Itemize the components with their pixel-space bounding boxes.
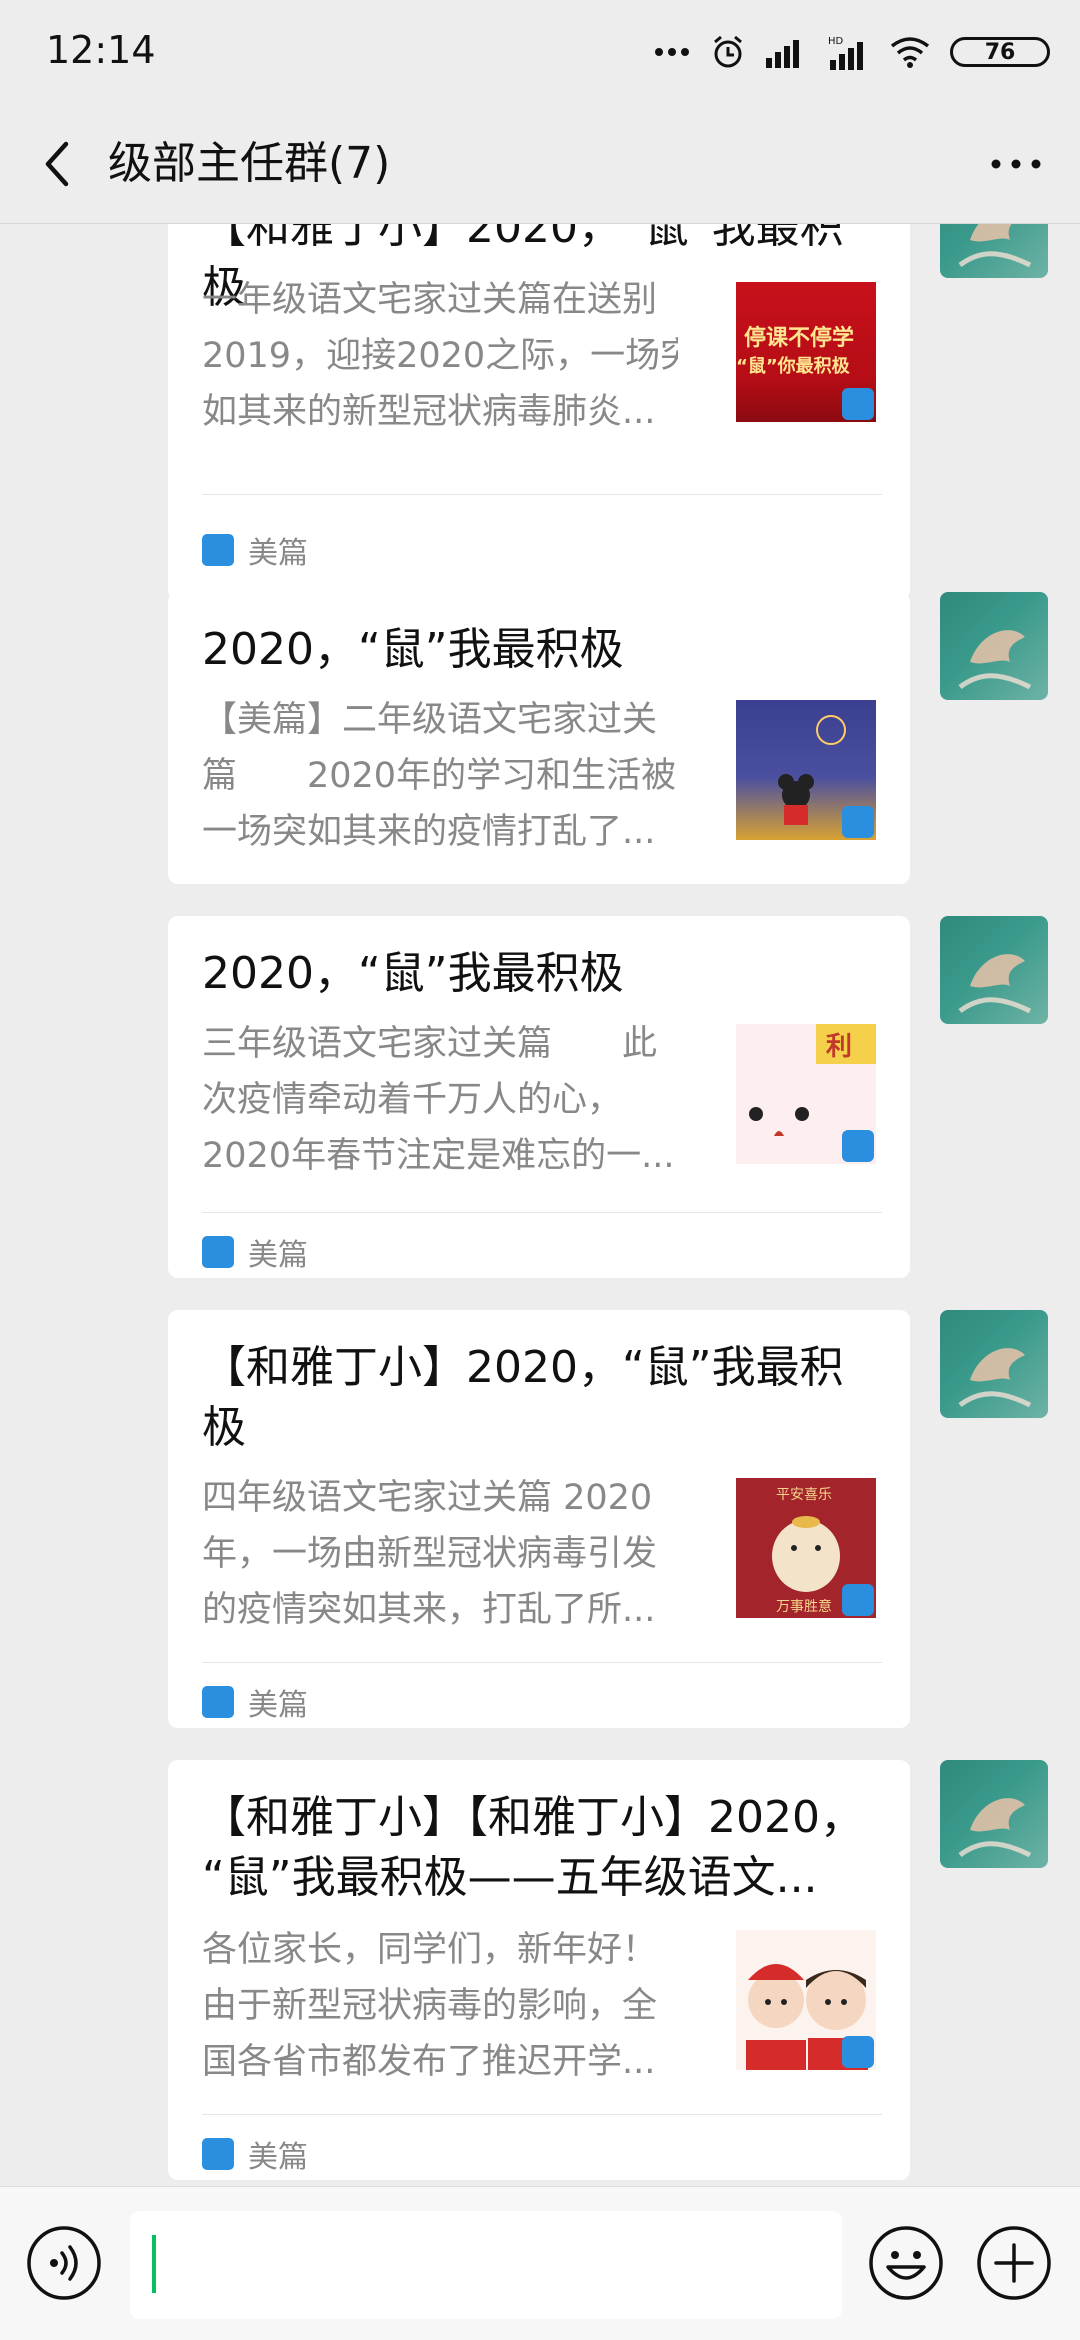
avatar[interactable] xyxy=(940,224,1048,278)
meipian-badge-icon xyxy=(842,388,874,420)
article-title: 2020，“鼠”我最积极 xyxy=(202,944,882,1004)
thumbnail-text: 平安喜乐 xyxy=(776,1487,832,1503)
article-thumbnail: 利 xyxy=(736,1024,876,1164)
more-horizontal-icon[interactable] xyxy=(986,134,1046,194)
chevron-left-icon[interactable] xyxy=(34,134,84,194)
article-desc-line: 篇 2020年的学习和生活被 xyxy=(202,756,677,796)
thumbnail-text: 停课不停学 xyxy=(744,326,855,351)
article-desc-line: 【美篇】二年级语文宅家过关 xyxy=(202,700,658,740)
article-thumbnail: 平安喜乐 万事胜意 xyxy=(736,1478,876,1618)
meipian-icon xyxy=(202,534,234,566)
card-divider xyxy=(202,1212,882,1213)
article-card[interactable]: 【和雅丁小】【和雅丁小】2020， “鼠”我最积极——五年级语文... 各位家长… xyxy=(168,1760,910,2180)
status-time: 12:14 xyxy=(46,28,156,72)
article-desc-line: 一场突如其来的疫情打乱了... xyxy=(202,812,656,852)
hd-signal-icon: HD xyxy=(828,36,863,70)
article-desc-line: 各位家长，同学们，新年好！ xyxy=(202,1930,658,1970)
article-desc-line: 如其来的新型冠状病毒肺炎... xyxy=(202,392,656,432)
card-divider xyxy=(202,494,882,495)
meipian-icon xyxy=(202,1686,234,1718)
article-title-line: 2020，“鼠”我最积极 xyxy=(202,948,624,999)
article-desc-line: 的疫情突如其来，打乱了所... xyxy=(202,1590,656,1630)
article-desc-line: 四年级语文宅家过关篇 2020 xyxy=(202,1478,653,1518)
article-title-line: 2020，“鼠”我最积极 xyxy=(202,624,624,675)
article-title-line: 【和雅丁小】2020，“鼠”我最积 xyxy=(202,1342,844,1393)
input-bar xyxy=(0,2186,1080,2340)
wifi-icon xyxy=(890,37,930,68)
article-title-line: 【和雅丁小】【和雅丁小】2020， xyxy=(202,1792,864,1843)
battery-level: 76 xyxy=(984,39,1016,65)
article-card[interactable]: 2020，“鼠”我最积极 三年级语文宅家过关篇 此 次疫情牵动着千万人的心， 2… xyxy=(168,916,910,1278)
meipian-icon xyxy=(202,2138,234,2170)
article-desc-line: 由于新型冠状病毒的影响，全 xyxy=(202,1986,658,2026)
article-source: 美篇 xyxy=(202,1230,308,1274)
source-label: 美篇 xyxy=(248,2140,308,2175)
article-source: 美篇 xyxy=(202,1680,308,1724)
article-desc-line: 次疫情牵动着千万人的心， xyxy=(202,1080,623,1120)
alarm-icon xyxy=(714,35,742,68)
thumbnail-text: 万事胜意 xyxy=(776,1599,832,1615)
article-title-line: 极 xyxy=(202,1402,246,1453)
text-cursor xyxy=(152,2235,156,2293)
plus-circle-icon[interactable] xyxy=(976,2225,1052,2301)
avatar[interactable] xyxy=(940,916,1048,1024)
status-icons: HD 76 xyxy=(654,28,1050,76)
meipian-badge-icon xyxy=(842,806,874,838)
thumbnail-text: 利 xyxy=(826,1032,853,1062)
voice-icon[interactable] xyxy=(26,2225,102,2301)
article-title-line: “鼠”我最积极——五年级语文... xyxy=(202,1852,818,1903)
source-label: 美篇 xyxy=(248,536,308,571)
article-thumbnail xyxy=(736,1930,876,2070)
article-desc-line: 2020年春节注定是难忘的一... xyxy=(202,1136,675,1176)
article-description: 各位家长，同学们，新年好！ 由于新型冠状病毒的影响，全 国各省市都发布了推迟开学… xyxy=(202,1922,678,2090)
source-label: 美篇 xyxy=(248,1238,308,1273)
article-desc-line: 三年级语文宅家过关篇 此 xyxy=(202,1024,658,1064)
article-title: 【和雅丁小】2020，“鼠”我最积 极 xyxy=(202,1338,882,1458)
article-source: 美篇 xyxy=(202,528,308,572)
article-desc-line: 一年级语文宅家过关篇在送别 xyxy=(202,280,658,320)
article-description: 三年级语文宅家过关篇 此 次疫情牵动着千万人的心， 2020年春节注定是难忘的一… xyxy=(202,1016,678,1184)
meipian-badge-icon xyxy=(842,1130,874,1162)
avatar[interactable] xyxy=(940,592,1048,700)
article-card[interactable]: 【和雅丁小】2020，“鼠”我最积 极 四年级语文宅家过关篇 2020 年，一场… xyxy=(168,1310,910,1728)
more-dots-icon xyxy=(655,48,689,56)
battery-icon: 76 xyxy=(950,37,1050,67)
article-desc-line: 2019，迎接2020之际，一场突 xyxy=(202,336,678,376)
article-title: 【和雅丁小】【和雅丁小】2020， “鼠”我最积极——五年级语文... xyxy=(202,1788,882,1908)
article-card[interactable]: 【和雅丁小】2020，“鼠”我最积极 一年级语文宅家过关篇在送别 2019，迎接… xyxy=(168,224,910,600)
article-description: 【美篇】二年级语文宅家过关 篇 2020年的学习和生活被 一场突如其来的疫情打乱… xyxy=(202,692,678,860)
message-list[interactable]: 【和雅丁小】2020，“鼠”我最积极 一年级语文宅家过关篇在送别 2019，迎接… xyxy=(0,224,1080,2186)
card-divider xyxy=(202,1662,882,1663)
emoji-icon[interactable] xyxy=(868,2225,944,2301)
avatar[interactable] xyxy=(940,1310,1048,1418)
status-bar: 12:14 HD 76 xyxy=(0,0,1080,104)
message-input[interactable] xyxy=(130,2211,842,2319)
article-desc-line: 国各省市都发布了推迟开学... xyxy=(202,2042,656,2082)
thumbnail-text: “鼠”你最积极 xyxy=(736,356,850,377)
article-description: 四年级语文宅家过关篇 2020 年，一场由新型冠状病毒引发 的疫情突如其来，打乱… xyxy=(202,1470,678,1638)
article-thumbnail: 停课不停学 “鼠”你最积极 xyxy=(736,282,876,422)
svg-text:HD: HD xyxy=(828,36,844,47)
article-thumbnail xyxy=(736,700,876,840)
signal-icon xyxy=(766,40,799,68)
avatar[interactable] xyxy=(940,1760,1048,1868)
article-desc-line: 年，一场由新型冠状病毒引发 xyxy=(202,1534,658,1574)
source-label: 美篇 xyxy=(248,1688,308,1723)
meipian-icon xyxy=(202,1236,234,1268)
meipian-badge-icon xyxy=(842,1584,874,1616)
meipian-badge-icon xyxy=(842,2036,874,2068)
card-divider xyxy=(202,2114,882,2115)
article-description: 一年级语文宅家过关篇在送别 2019，迎接2020之际，一场突 如其来的新型冠状… xyxy=(202,272,678,440)
article-title: 2020，“鼠”我最积极 xyxy=(202,620,882,680)
article-source: 美篇 xyxy=(202,2132,308,2176)
article-card[interactable]: 2020，“鼠”我最积极 【美篇】二年级语文宅家过关 篇 2020年的学习和生活… xyxy=(168,592,910,884)
chat-title: 级部主任群(7) xyxy=(108,138,391,189)
chat-header: 级部主任群(7) xyxy=(0,104,1080,224)
